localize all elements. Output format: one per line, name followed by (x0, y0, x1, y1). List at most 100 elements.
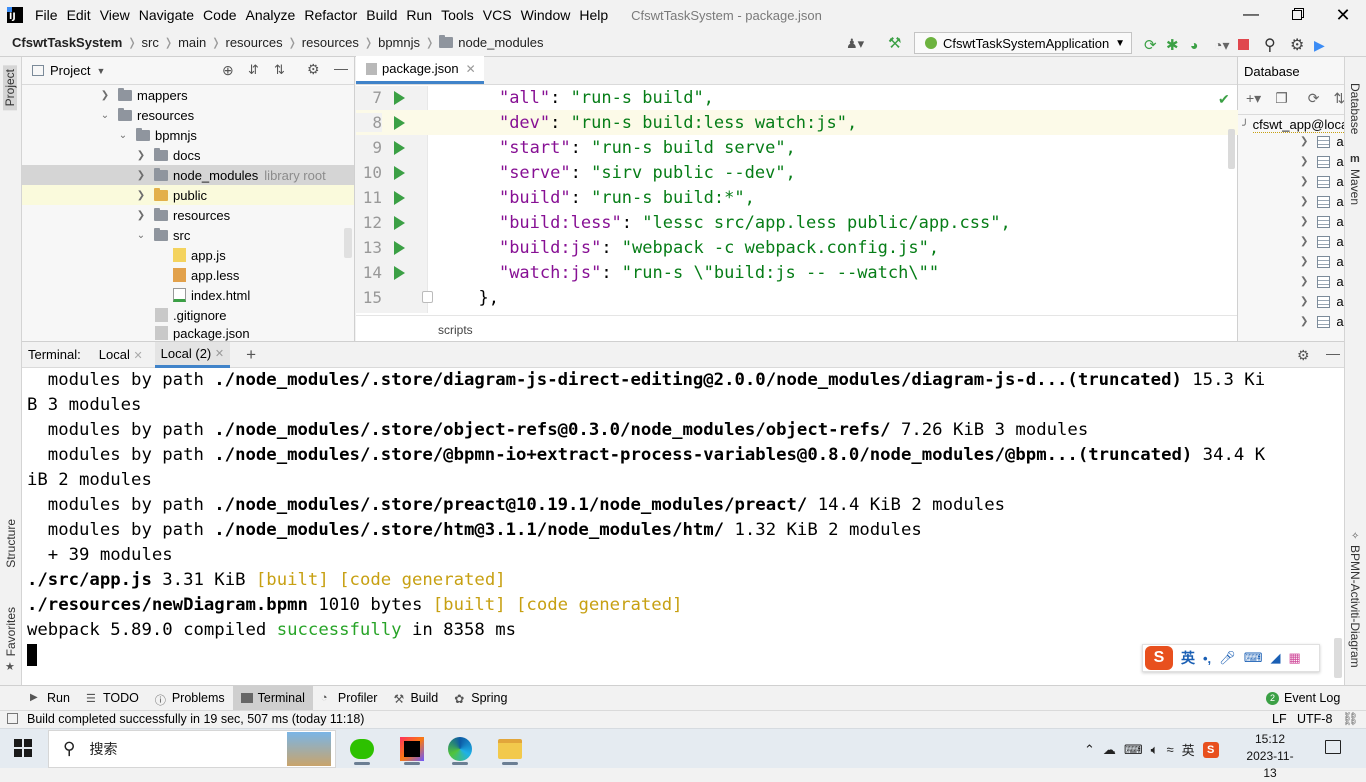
volume-icon[interactable]: 🔈︎ (1151, 742, 1159, 758)
gear-icon[interactable]: ⚙ (1290, 35, 1314, 55)
tree-item-resources[interactable]: ❯ resources (22, 205, 354, 225)
search-icon[interactable]: ⚲ (1264, 35, 1290, 55)
network-icon[interactable]: ≈ (1166, 742, 1173, 757)
tray-chevron-up-icon[interactable]: ⌃ (1084, 742, 1095, 758)
menu-refactor[interactable]: Refactor (300, 7, 361, 23)
close-tab-icon[interactable]: ✕ (466, 62, 476, 76)
scrollbar[interactable] (1228, 129, 1235, 169)
database-tool-tab[interactable]: Database (1348, 83, 1362, 134)
windows-start-icon[interactable] (14, 739, 32, 757)
code-with-me-icon[interactable]: ▶ (1314, 37, 1328, 54)
run-script-icon[interactable] (394, 265, 405, 280)
chevron-down-icon[interactable]: ⌄ (100, 110, 110, 121)
code-line-current[interactable]: 8 "dev": "run-s build:less watch:js", (356, 110, 1238, 135)
chevron-right-icon[interactable]: ❯ (136, 210, 146, 221)
sogou-logo-icon[interactable]: S (1145, 646, 1173, 670)
run-configuration-select[interactable]: CfswtTaskSystemApplication ▼ (914, 32, 1132, 54)
breadcrumb-item[interactable]: bpmnjs (378, 35, 420, 50)
tree-item-app-less[interactable]: app.less (22, 265, 354, 285)
code-line[interactable]: 12 "build:less": "lessc src/app.less pub… (356, 210, 1238, 235)
structure-tool-tab[interactable]: Structure (4, 519, 18, 568)
tree-item-docs[interactable]: ❯ docs (22, 145, 354, 165)
db-table-item[interactable]: ❯ a (1300, 294, 1344, 309)
spring-tool-button[interactable]: ✿ Spring (446, 686, 515, 711)
chevron-right-icon[interactable]: ❯ (1300, 276, 1308, 287)
chevron-right-icon[interactable]: ❯ (1300, 316, 1308, 327)
tree-item-bpmnjs[interactable]: ⌄ bpmnjs (22, 125, 354, 145)
menu-vcs[interactable]: VCS (479, 7, 516, 23)
chevron-right-icon[interactable]: ❯ (1300, 296, 1308, 307)
project-tool-tab[interactable]: Project (3, 65, 17, 111)
db-table-item[interactable]: ❯ a (1300, 214, 1344, 229)
run-tool-button[interactable]: ▶ Run (22, 686, 78, 711)
chevron-right-icon[interactable]: ❯ (136, 170, 146, 181)
file-explorer-app[interactable] (490, 733, 530, 765)
notification-icon[interactable] (1325, 740, 1341, 754)
tree-item-src[interactable]: ⌄ src (22, 225, 354, 245)
breadcrumb-item[interactable]: resources (302, 35, 359, 50)
hide-panel-icon[interactable]: — (1326, 345, 1340, 361)
file-encoding[interactable]: UTF-8 (1297, 712, 1332, 726)
stop-icon[interactable] (1238, 38, 1264, 53)
chevron-right-icon[interactable]: ❯ (1300, 176, 1308, 187)
scrollbar[interactable] (1334, 638, 1342, 678)
expand-all-icon[interactable]: ⇵ (248, 62, 259, 78)
ime-lang-toggle[interactable]: 英 (1181, 648, 1195, 668)
code-line[interactable]: 14 "watch:js": "run-s \"build:js -- --wa… (356, 260, 1238, 285)
profiler-tool-button[interactable]: ◔ Profiler (313, 686, 386, 711)
code-line[interactable]: 10 "serve": "sirv public --dev", (356, 160, 1238, 185)
tray-app-icon[interactable]: ☁ (1103, 742, 1116, 758)
project-panel-title[interactable]: Project (50, 63, 90, 78)
db-table-item[interactable]: ❯ a (1300, 254, 1344, 269)
chevron-down-icon[interactable]: ▼ (96, 66, 105, 76)
tab-local-2[interactable]: Local (2) ✕ (154, 341, 231, 368)
db-table-item[interactable]: ❯ a (1300, 234, 1344, 249)
chevron-right-icon[interactable]: ❯ (100, 90, 110, 101)
new-tab-icon[interactable]: + (246, 345, 256, 365)
add-datasource-icon[interactable]: +▾ (1246, 90, 1261, 107)
fold-icon[interactable] (422, 291, 433, 303)
menu-window[interactable]: Window (517, 7, 575, 23)
chevron-right-icon[interactable]: ❯ (1300, 136, 1308, 147)
menu-analyze[interactable]: Analyze (242, 7, 300, 23)
toolbox-icon[interactable]: ▦ (1288, 650, 1300, 666)
menu-navigate[interactable]: Navigate (135, 7, 198, 23)
sogou-tray-icon[interactable]: S (1202, 741, 1219, 758)
run-script-icon[interactable] (394, 240, 405, 255)
menu-run[interactable]: Run (402, 7, 436, 23)
build-tool-button[interactable]: ⚒ Build (385, 686, 446, 711)
menu-help[interactable]: Help (575, 7, 612, 23)
db-table-item[interactable]: ❯ a (1300, 274, 1344, 289)
collapse-all-icon[interactable]: ⇅ (274, 62, 285, 78)
status-window-icon[interactable] (7, 713, 18, 724)
code-line[interactable]: 9 "start": "run-s build serve", (356, 135, 1238, 160)
chevron-right-icon[interactable]: ❯ (1300, 156, 1308, 167)
db-table-item[interactable]: ❯ a (1300, 194, 1344, 209)
run-script-icon[interactable] (394, 140, 405, 155)
gear-icon[interactable]: ⚙ (1297, 347, 1310, 364)
chevron-right-icon[interactable]: ❯ (1300, 216, 1308, 227)
db-table-item[interactable]: ❯ a (1300, 134, 1344, 149)
favorites-tool-tab[interactable]: Favorites (4, 607, 18, 656)
tree-item-gitignore[interactable]: .gitignore (22, 305, 354, 325)
taskbar-search[interactable]: ⚲ 搜索 (48, 730, 336, 768)
tree-item-resources[interactable]: ⌄ resources (22, 105, 354, 125)
chevron-down-icon[interactable]: ⌄ (118, 130, 128, 141)
chevron-right-icon[interactable]: ❯ (136, 150, 146, 161)
restore-button[interactable] (1274, 0, 1320, 30)
inspection-ok-icon[interactable]: ✔ (1218, 91, 1230, 108)
breadcrumb-project[interactable]: CfswtTaskSystem (12, 35, 122, 50)
tree-item-node-modules[interactable]: ❯ node_modules library root (22, 165, 354, 185)
menu-edit[interactable]: Edit (63, 7, 95, 23)
chevron-down-icon[interactable]: ⌄ (136, 230, 146, 241)
keyboard-icon[interactable]: ⌨ (1244, 650, 1263, 666)
edge-app[interactable] (440, 733, 480, 765)
tray-ime-label[interactable]: 英 (1182, 740, 1195, 759)
code-line[interactable]: 13 "build:js": "webpack -c webpack.confi… (356, 235, 1238, 260)
run-script-icon[interactable] (394, 190, 405, 205)
event-log-button[interactable]: 2 Event Log (1258, 686, 1348, 711)
line-separator[interactable]: LF (1272, 712, 1287, 726)
microphone-icon[interactable]: 🎤︎ (1219, 650, 1236, 666)
run-script-icon[interactable] (394, 215, 405, 230)
status-message[interactable]: Build completed successfully in 19 sec, … (27, 712, 364, 726)
